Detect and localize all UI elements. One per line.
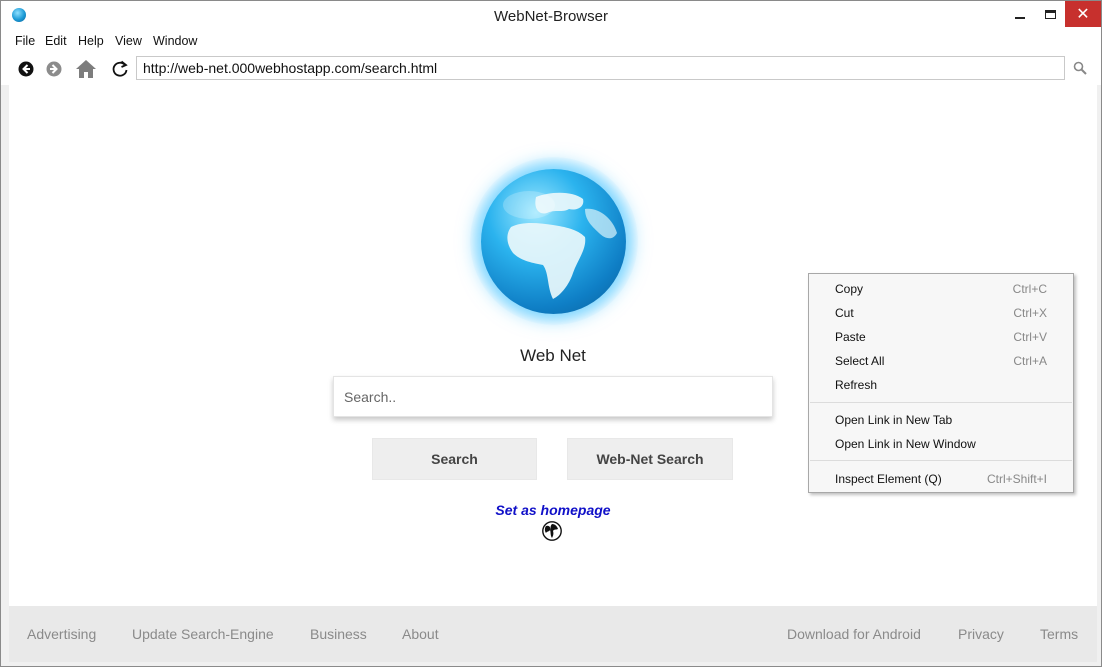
footer-link-update-search-engine[interactable]: Update Search-Engine <box>132 626 274 642</box>
context-menu-label: Open Link in New Window <box>835 437 976 451</box>
footer-link-about[interactable]: About <box>402 626 439 642</box>
refresh-icon <box>112 60 128 77</box>
title-bar: WebNet-Browser ✕ <box>1 1 1101 31</box>
context-menu-item-cut[interactable]: Cut Ctrl+X <box>809 303 1073 325</box>
context-menu-label: Open Link in New Tab <box>835 413 953 427</box>
maximize-button[interactable] <box>1035 1 1065 27</box>
footer-link-business[interactable]: Business <box>310 626 367 642</box>
window-title: WebNet-Browser <box>494 8 608 25</box>
search-button[interactable]: Search <box>372 438 537 480</box>
menu-help[interactable]: Help <box>78 34 104 48</box>
search-input[interactable]: Search.. <box>333 376 773 417</box>
context-menu-label: Copy <box>835 282 864 296</box>
menu-edit[interactable]: Edit <box>45 34 67 48</box>
home-icon <box>76 60 96 78</box>
context-menu-item-paste[interactable]: Paste Ctrl+V <box>809 327 1073 349</box>
context-menu-item-copy[interactable]: Copy Ctrl+C <box>809 279 1073 301</box>
minimize-button[interactable] <box>1005 1 1035 27</box>
browser-window: WebNet-Browser ✕ File Edit Help View Win… <box>0 0 1102 667</box>
menu-file[interactable]: File <box>15 34 35 48</box>
forward-icon <box>46 61 62 77</box>
back-button[interactable] <box>14 57 38 81</box>
address-bar[interactable]: http://web-net.000webhostapp.com/search.… <box>136 56 1065 80</box>
context-menu-item-open-new-tab[interactable]: Open Link in New Tab <box>809 410 1073 432</box>
earth-globe-logo <box>481 169 626 314</box>
context-menu-item-inspect[interactable]: Inspect Element (Q) Ctrl+Shift+I <box>809 469 1073 491</box>
close-button[interactable]: ✕ <box>1065 1 1101 27</box>
menu-bar: File Edit Help View Window <box>1 31 1101 53</box>
context-menu-shortcut: Ctrl+X <box>1013 306 1047 320</box>
address-search-button[interactable] <box>1073 61 1089 77</box>
context-menu-item-refresh[interactable]: Refresh <box>809 375 1073 397</box>
context-menu-label: Inspect Element (Q) <box>835 472 942 486</box>
home-button[interactable] <box>74 57 98 81</box>
context-menu-separator <box>810 402 1072 403</box>
context-menu-item-open-new-window[interactable]: Open Link in New Window <box>809 434 1073 456</box>
context-menu-label: Select All <box>835 354 885 368</box>
context-menu-separator <box>810 460 1072 461</box>
context-menu-label: Cut <box>835 306 854 320</box>
footer-link-download-android[interactable]: Download for Android <box>787 626 921 642</box>
context-menu-shortcut: Ctrl+Shift+I <box>986 472 1047 486</box>
footer-link-privacy[interactable]: Privacy <box>958 626 1004 642</box>
small-globe-icon <box>542 521 562 541</box>
footer-link-terms[interactable]: Terms <box>1040 626 1078 642</box>
menu-window[interactable]: Window <box>153 34 197 48</box>
context-menu-shortcut: Ctrl+A <box>1013 354 1047 368</box>
footer: Advertising Update Search-Engine Busines… <box>9 606 1097 662</box>
refresh-button[interactable] <box>108 57 132 81</box>
webnet-search-button[interactable]: Web-Net Search <box>567 438 733 480</box>
back-icon <box>18 61 34 77</box>
context-menu-shortcut: Ctrl+V <box>1013 330 1047 344</box>
navigation-bar: http://web-net.000webhostapp.com/search.… <box>1 53 1101 85</box>
search-icon <box>1073 61 1087 75</box>
set-homepage-link[interactable]: Set as homepage <box>9 502 1097 518</box>
forward-button[interactable] <box>42 57 66 81</box>
continents-icon <box>503 191 617 299</box>
context-menu: Copy Ctrl+C Cut Ctrl+X Paste Ctrl+V Sele… <box>808 273 1074 493</box>
close-icon: ✕ <box>1076 6 1090 23</box>
minimize-icon <box>1015 17 1025 19</box>
footer-link-advertising[interactable]: Advertising <box>27 626 96 642</box>
context-menu-item-select-all[interactable]: Select All Ctrl+A <box>809 351 1073 373</box>
context-menu-label: Refresh <box>835 378 878 392</box>
context-menu-label: Paste <box>835 330 866 344</box>
context-menu-shortcut: Ctrl+C <box>1012 282 1047 296</box>
menu-view[interactable]: View <box>115 34 142 48</box>
maximize-icon <box>1044 9 1056 19</box>
